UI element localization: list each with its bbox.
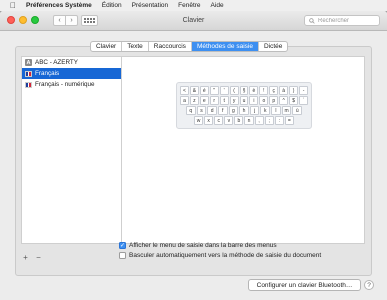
checkbox-label: Basculer automatiquement vers la méthode… — [129, 252, 322, 259]
keyboard-key: ^ — [279, 96, 289, 105]
tab-dictee[interactable]: Dictée — [257, 42, 287, 51]
list-item-label: Français — [35, 70, 60, 77]
menu-app-name[interactable]: Préférences Système — [26, 2, 92, 9]
keyboard-key: ) — [289, 86, 299, 95]
keyboard-key: $ — [289, 96, 299, 105]
keyboard-key: é — [199, 86, 209, 95]
keyboard-layout-preview: < & é " '(§ è! ç à) - a z e r t y u i o p ^ $ ` q s d f g h j k l m ù w x c… — [176, 82, 312, 129]
menu-presentation[interactable]: Présentation — [132, 2, 169, 9]
tab-methodes-de-saisie[interactable]: Méthodes de saisie — [190, 42, 258, 51]
keyboard-key: = — [284, 116, 294, 125]
search-icon — [309, 17, 315, 24]
keyboard-key: e — [199, 96, 209, 105]
list-item-label: Français - numérique — [35, 81, 95, 88]
list-item-label: ABC - AZERTY — [35, 59, 78, 66]
search-field[interactable] — [304, 15, 380, 26]
keyboard-key: u — [239, 96, 249, 105]
keyboard-key: n — [244, 116, 254, 125]
keyboard-key: ù — [292, 106, 303, 115]
keyboard-key: k — [260, 106, 271, 115]
tab-bar: Clavier Texte Raccourcis Méthodes de sai… — [90, 41, 289, 52]
keyboard-key: f — [217, 106, 228, 115]
list-item-francais-numerique[interactable]: Français - numérique — [22, 79, 121, 90]
keyboard-row: w x c v b n,;: = — [180, 116, 308, 125]
keyboard-preview-area: < & é " '(§ è! ç à) - a z e r t y u i o p ^ $ ` q s d f g h j k l m ù w x c… — [122, 56, 365, 244]
keyboard-key: ; — [264, 116, 274, 125]
keyboard-key: h — [239, 106, 249, 115]
keyboard-key: ! — [259, 86, 269, 95]
keyboard-key: m — [281, 106, 292, 115]
input-sources-list[interactable]: A ABC - AZERTY Français Français - numér… — [21, 56, 122, 244]
abc-icon: A — [25, 59, 32, 66]
keyboard-key: " — [209, 86, 219, 95]
keyboard-key: , — [254, 116, 264, 125]
title-bar: ‹ › Clavier — [0, 11, 387, 31]
keyboard-key: § — [239, 86, 249, 95]
keyboard-key: z — [189, 96, 199, 105]
keyboard-key: i — [249, 96, 259, 105]
keyboard-key: : — [274, 116, 284, 125]
keyboard-key: x — [204, 116, 214, 125]
keyboard-key: à — [279, 86, 289, 95]
keyboard-key: - — [299, 86, 308, 95]
keyboard-key: s — [196, 106, 207, 115]
keyboard-key: ` — [299, 96, 308, 105]
keyboard-row: qsdfghjklmù — [180, 106, 308, 115]
menu-fenetre[interactable]: Fenêtre — [178, 2, 200, 9]
keyboard-key: w — [194, 116, 204, 125]
menu-aide[interactable]: Aide — [211, 2, 224, 9]
keyboard-key: v — [224, 116, 234, 125]
apple-menu-icon[interactable]:  — [10, 1, 16, 10]
keyboard-key: c — [214, 116, 224, 125]
keyboard-key: è — [249, 86, 259, 95]
keyboard-row: a z e r t y u i o p ^ $ ` — [180, 96, 308, 105]
tab-clavier[interactable]: Clavier — [91, 42, 121, 51]
keyboard-key: ç — [269, 86, 279, 95]
keyboard-row: < & é " '(§ è! ç à) - — [180, 86, 308, 95]
keyboard-key: p — [269, 96, 279, 105]
tab-texte[interactable]: Texte — [121, 42, 148, 51]
keyboard-preferences-window: ‹ › Clavier Clavier Texte Raccourcis Mét… — [0, 11, 387, 300]
keyboard-key: a — [180, 96, 189, 105]
keyboard-key: b — [234, 116, 244, 125]
add-remove-controls: + − — [21, 253, 43, 262]
flag-icon — [25, 70, 32, 77]
list-item-abc-azerty[interactable]: A ABC - AZERTY — [22, 57, 121, 68]
keyboard-key: < — [180, 86, 189, 95]
keyboard-key: t — [219, 96, 229, 105]
tab-raccourcis[interactable]: Raccourcis — [147, 42, 191, 51]
menu-edition[interactable]: Édition — [102, 2, 122, 9]
keyboard-key: r — [209, 96, 219, 105]
keyboard-key: g — [228, 106, 239, 115]
show-input-menu-option[interactable]: ✓ Afficher le menu de saisie dans la bar… — [119, 242, 277, 249]
show-input-menu-checkbox[interactable]: ✓ — [119, 242, 126, 249]
numeric-flag-icon — [25, 81, 32, 88]
list-item-francais[interactable]: Français — [22, 68, 121, 79]
keyboard-key: ' — [219, 86, 229, 95]
search-input[interactable] — [318, 17, 378, 24]
add-source-button[interactable]: + — [21, 253, 30, 262]
keyboard-key: & — [189, 86, 199, 95]
remove-source-button[interactable]: − — [34, 253, 43, 262]
keyboard-key: ( — [229, 86, 239, 95]
keyboard-key: d — [207, 106, 217, 115]
keyboard-key: q — [186, 106, 196, 115]
setup-bluetooth-keyboard-button[interactable]: Configurer un clavier Bluetooth… — [248, 279, 361, 291]
auto-switch-option[interactable]: Basculer automatiquement vers la méthode… — [119, 252, 321, 259]
auto-switch-checkbox[interactable] — [119, 252, 126, 259]
keyboard-key: y — [229, 96, 239, 105]
keyboard-key: o — [259, 96, 269, 105]
menu-bar:  Préférences Système Édition Présentati… — [0, 0, 387, 11]
checkbox-label: Afficher le menu de saisie dans la barre… — [129, 242, 277, 249]
keyboard-key: j — [249, 106, 260, 115]
keyboard-key: l — [271, 106, 281, 115]
help-button[interactable]: ? — [364, 280, 374, 290]
